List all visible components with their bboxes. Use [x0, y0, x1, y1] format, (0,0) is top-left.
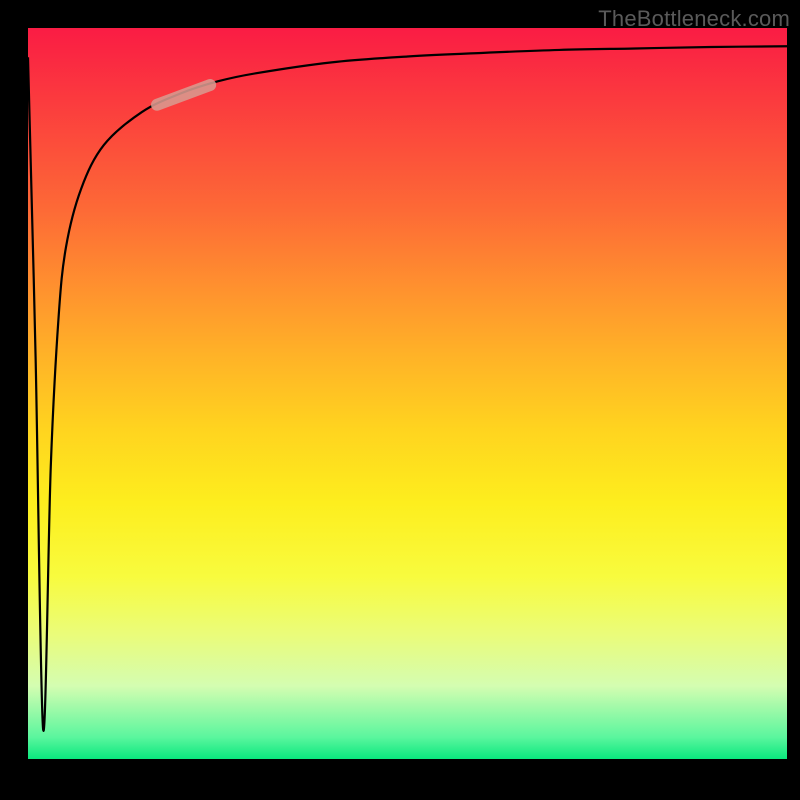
chart-plot-area [28, 28, 787, 759]
chart-svg [28, 28, 787, 759]
chart-curve [28, 46, 787, 731]
chart-marker [157, 85, 210, 105]
watermark-text: TheBottleneck.com [598, 6, 790, 32]
